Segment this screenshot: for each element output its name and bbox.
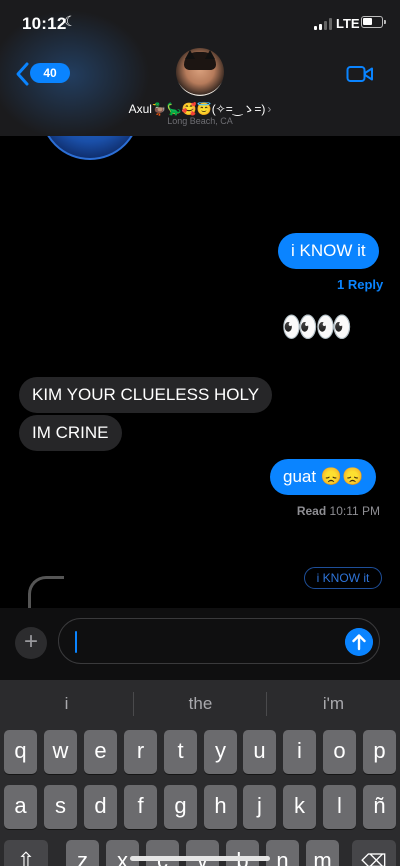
reply-preview-bubble[interactable]: i KNOW it [304,567,382,589]
key-q[interactable]: q [4,730,37,774]
delete-icon[interactable]: ⌫ [352,840,396,866]
key-y[interactable]: y [204,730,237,774]
key-n-tilde[interactable]: ñ [363,785,396,829]
back-button[interactable]: 40 [14,60,70,88]
key-o[interactable]: o [323,730,356,774]
message-input[interactable] [58,618,380,664]
key-h[interactable]: h [204,785,237,829]
key-p[interactable]: p [363,730,396,774]
contact-location: Long Beach, CA [167,116,233,126]
moon-icon: ☾ [64,13,77,29]
suggestion[interactable]: i'm [267,694,400,714]
key-x[interactable]: x [106,840,139,866]
suggestion[interactable]: i [0,694,133,714]
battery-icon [361,16,386,28]
contact-name-text: Axul🦆🦕🥰😇(✧=‿ゝ=) [128,102,266,116]
keyboard: i the i'm q w e r t y u i o p a s d f g … [0,680,400,866]
key-t[interactable]: t [164,730,197,774]
shift-icon[interactable]: ⇧ [4,840,48,866]
signal-icon [314,18,332,30]
swipe-reply-indicator [28,576,64,612]
status-time: 10:12 [22,14,67,33]
message-sent[interactable]: guat 😞😞 [270,459,377,495]
message-received[interactable]: KIM YOUR CLUELESS HOLY [19,377,273,413]
suggestion[interactable]: the [134,694,267,714]
compose-bar: + [0,608,400,680]
avatar-cat-ear-right [205,50,215,59]
network-type: LTE [336,16,360,31]
key-d[interactable]: d [84,785,117,829]
send-arrow-icon[interactable] [345,628,373,656]
message-sent[interactable]: i KNOW it [278,233,379,269]
key-g[interactable]: g [164,785,197,829]
key-a[interactable]: a [4,785,37,829]
video-call-icon[interactable] [346,64,374,84]
key-z[interactable]: z [66,840,99,866]
key-c[interactable]: c [146,840,179,866]
chevron-right-icon: › [267,102,272,116]
key-v[interactable]: v [186,840,219,866]
unread-count-badge: 40 [30,63,70,83]
status-bar: 10:12 ☾ LTE [0,0,400,46]
reply-count-link[interactable]: 1 Reply [337,277,383,292]
key-k[interactable]: k [283,785,316,829]
key-n[interactable]: n [266,840,299,866]
key-l[interactable]: l [323,785,356,829]
key-e[interactable]: e [84,730,117,774]
plus-icon[interactable]: + [15,627,47,659]
read-time: 10:11 PM [329,504,380,518]
key-i[interactable]: i [283,730,316,774]
text-caret [75,631,77,653]
key-u[interactable]: u [243,730,276,774]
key-j[interactable]: j [243,785,276,829]
key-f[interactable]: f [124,785,157,829]
key-w[interactable]: w [44,730,77,774]
read-receipt: Read 10:11 PM [297,504,380,518]
message-received[interactable]: IM CRINE [19,415,122,451]
read-label: Read [296,504,327,518]
image-attachment[interactable] [40,136,140,160]
key-b[interactable]: b [226,840,259,866]
contact-name[interactable]: Axul🦆🦕🥰😇(✧=‿ゝ=) › [0,100,400,117]
home-indicator[interactable] [130,856,270,861]
key-r[interactable]: r [124,730,157,774]
emoji-message[interactable]: 👀👀 [281,310,353,345]
key-m[interactable]: m [306,840,339,866]
avatar-cat-ear-left [185,50,195,59]
key-s[interactable]: s [44,785,77,829]
predictive-bar: i the i'm [0,680,400,726]
contact-avatar[interactable] [176,48,224,96]
